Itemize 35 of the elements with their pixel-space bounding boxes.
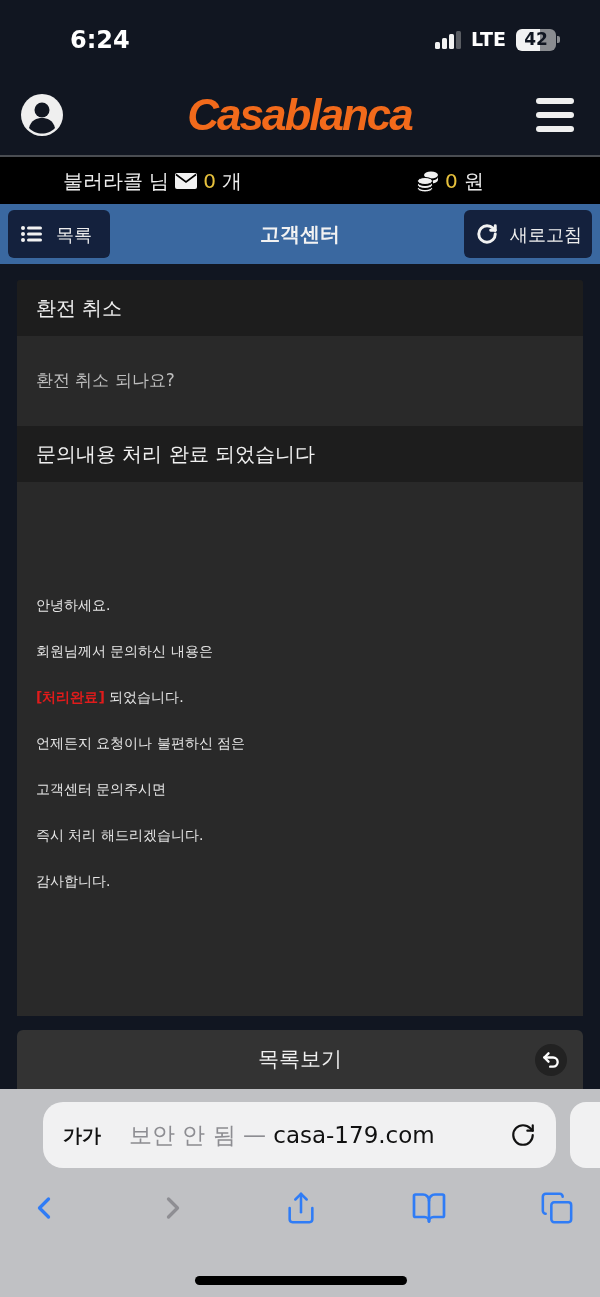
answer-line: 감사합니다. <box>36 872 111 891</box>
envelope-icon <box>175 172 198 189</box>
address-bar[interactable]: 가가 보안 안 됨 — casa-179.com <box>43 1102 556 1168</box>
list-button[interactable]: 목록 <box>8 210 110 258</box>
text-size-button[interactable]: 가가 <box>63 1120 101 1150</box>
network-type: LTE <box>471 27 506 53</box>
page-title: 고객센터 <box>260 221 340 248</box>
coins-icon <box>416 169 439 192</box>
answer-line: 즉시 처리 해드리겠습니다. <box>36 826 204 845</box>
list-icon <box>21 226 42 242</box>
refresh-button[interactable]: 새로고침 <box>464 210 592 258</box>
question-text: 환전 취소 되나요? <box>36 369 175 393</box>
view-list-button[interactable]: 목록보기 <box>17 1030 583 1089</box>
address-text: 보안 안 됨 — casa-179.com <box>129 1120 435 1150</box>
answer-line: 고객센터 문의주시면 <box>36 780 167 799</box>
menu-icon[interactable] <box>536 98 574 132</box>
answer-line: 안녕하세요. <box>36 596 111 615</box>
username: 불러라콜 님 <box>63 167 170 195</box>
signal-icon <box>435 30 462 49</box>
inquiry-title: 환전 취소 <box>36 295 123 322</box>
answer-line: 언제든지 요청이나 불편하신 점은 <box>36 734 246 753</box>
status-time: 6:24 <box>70 24 130 56</box>
balance: 0 원 <box>444 167 484 195</box>
battery-indicator: 42 <box>516 28 560 51</box>
answer-title: 문의내용 처리 완료 되었습니다 <box>36 441 316 468</box>
answer-line: [처리완료] 되었습니다. <box>36 688 184 707</box>
refresh-icon <box>476 223 498 245</box>
book-icon[interactable] <box>411 1190 447 1226</box>
tabs-icon[interactable] <box>540 1191 574 1225</box>
reload-icon[interactable] <box>510 1122 536 1148</box>
user-avatar-icon[interactable] <box>21 94 63 136</box>
casablanca-logo[interactable]: Casablanca <box>63 93 536 137</box>
undo-icon <box>535 1044 567 1076</box>
answer-line: 회원님께서 문의하신 내용은 <box>36 642 213 661</box>
message-count: 0 개 <box>203 167 243 195</box>
